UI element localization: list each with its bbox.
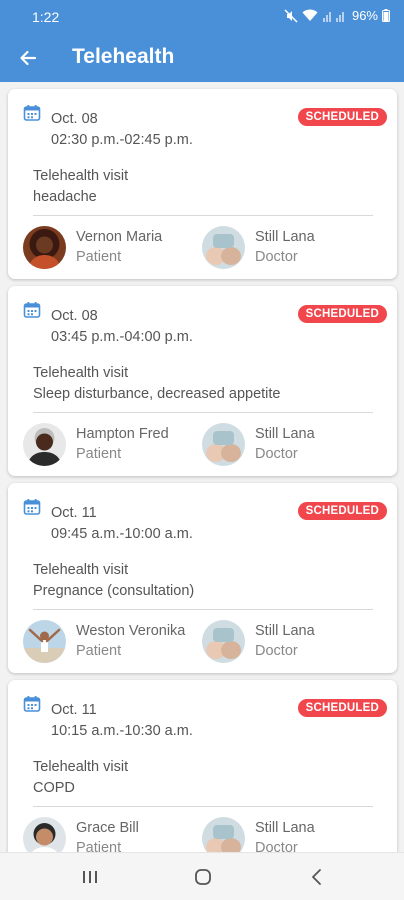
patient-role: Patient [76,446,122,462]
recent-apps-button[interactable] [76,865,104,889]
signal-icon [322,11,344,22]
calendar-icon [23,499,41,515]
doctor-role: Doctor [255,840,298,852]
visit-type: Telehealth visit [33,168,129,184]
appointment-time: 10:15 a.m.-10:30 a.m. [51,723,193,739]
calendar-icon [23,696,41,712]
appointment-date: Oct. 08 [51,308,98,324]
status-icons: 96% [284,8,390,23]
status-badge: SCHEDULED [297,108,387,126]
patient-avatar [23,620,66,663]
doctor-avatar [202,423,245,466]
patient-name: Hampton Fred [76,426,169,442]
doctor-info[interactable]: Still Lana Doctor [202,817,372,852]
appointment-list[interactable]: Oct. 08 02:30 p.m.-02:45 p.m. SCHEDULED … [0,82,404,852]
divider [33,609,373,610]
system-nav-bar [0,852,404,900]
back-button[interactable] [14,44,42,72]
status-bar: 1:22 96% [0,0,404,34]
battery-text: 96% [351,8,378,23]
appointment-date: Oct. 08 [51,111,98,127]
status-badge: SCHEDULED [297,305,387,323]
back-chevron-icon [312,869,321,885]
home-button[interactable] [189,865,217,889]
calendar-icon [23,302,41,318]
patient-name: Vernon Maria [76,229,163,245]
patient-avatar [23,226,66,269]
visit-type: Telehealth visit [33,562,129,578]
visit-reason: headache [33,189,97,205]
home-icon [195,869,211,885]
patient-name: Grace Bill [76,820,139,836]
arrow-left-icon [20,50,37,66]
appointment-time: 03:45 p.m.-04:00 p.m. [51,329,193,345]
patient-name: Weston Veronika [76,623,186,639]
patient-info[interactable]: Weston Veronika Patient [23,620,193,664]
visit-reason: Sleep disturbance, decreased appetite [33,386,281,402]
doctor-info[interactable]: Still Lana Doctor [202,226,372,270]
patient-info[interactable]: Hampton Fred Patient [23,423,193,467]
calendar-icon [23,105,41,121]
appointment-card[interactable]: Oct. 08 02:30 p.m.-02:45 p.m. SCHEDULED … [8,89,397,279]
wifi-icon [302,9,318,21]
patient-avatar [23,817,66,852]
doctor-avatar [202,226,245,269]
appointment-card[interactable]: Oct. 08 03:45 p.m.-04:00 p.m. SCHEDULED … [8,286,397,476]
visit-type: Telehealth visit [33,759,129,775]
system-back-button[interactable] [303,865,331,889]
patient-role: Patient [76,249,122,265]
doctor-role: Doctor [255,643,298,659]
doctor-name: Still Lana [255,820,315,836]
patient-info[interactable]: Vernon Maria Patient [23,226,193,270]
doctor-avatar [202,620,245,663]
visit-type: Telehealth visit [33,365,129,381]
app-bar: Telehealth [0,34,404,82]
divider [33,412,373,413]
recent-apps-icon [83,871,97,883]
appointment-card[interactable]: Oct. 11 10:15 a.m.-10:30 a.m. SCHEDULED … [8,680,397,852]
status-badge: SCHEDULED [297,502,387,520]
doctor-name: Still Lana [255,623,315,639]
battery-icon [382,9,390,22]
appointment-card[interactable]: Oct. 11 09:45 a.m.-10:00 a.m. SCHEDULED … [8,483,397,673]
mute-icon [284,8,298,23]
status-badge: SCHEDULED [297,699,387,717]
page-title: Telehealth [72,45,175,68]
doctor-info[interactable]: Still Lana Doctor [202,423,372,467]
doctor-name: Still Lana [255,426,315,442]
patient-avatar [23,423,66,466]
appointment-date: Oct. 11 [51,505,97,521]
patient-info[interactable]: Grace Bill Patient [23,817,193,852]
doctor-info[interactable]: Still Lana Doctor [202,620,372,664]
patient-role: Patient [76,840,122,852]
divider [33,806,373,807]
divider [33,215,373,216]
appointment-time: 09:45 a.m.-10:00 a.m. [51,526,193,542]
doctor-avatar [202,817,245,852]
appointment-time: 02:30 p.m.-02:45 p.m. [51,132,193,148]
appointment-date: Oct. 11 [51,702,97,718]
doctor-name: Still Lana [255,229,315,245]
status-time: 1:22 [32,9,60,25]
doctor-role: Doctor [255,249,298,265]
patient-role: Patient [76,643,122,659]
doctor-role: Doctor [255,446,298,462]
visit-reason: Pregnance (consultation) [33,583,195,599]
visit-reason: COPD [33,780,75,796]
